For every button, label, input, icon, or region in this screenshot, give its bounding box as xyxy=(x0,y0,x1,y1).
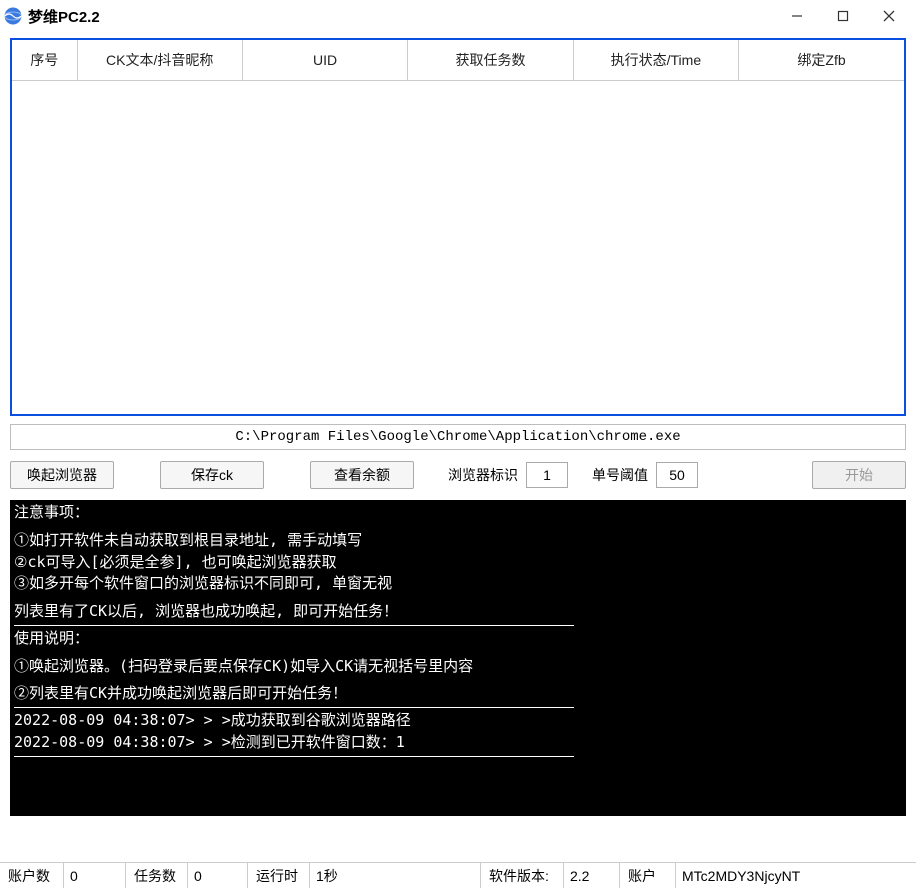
status-account-count: 0 xyxy=(64,863,126,888)
log-line: ①唤起浏览器。(扫码登录后要点保存CK)如导入CK请无视括号里内容 xyxy=(14,656,902,678)
start-button[interactable]: 开始 xyxy=(812,461,906,489)
window-title: 梦维PC2.2 xyxy=(28,6,100,27)
wake-browser-button[interactable]: 唤起浏览器 xyxy=(10,461,114,489)
status-task-count-label: 任务数 xyxy=(126,863,188,888)
col-status[interactable]: 执行状态/Time xyxy=(573,40,738,80)
log-line: ②列表里有CK并成功唤起浏览器后即可开始任务！ xyxy=(14,683,902,705)
browser-id-label: 浏览器标识 xyxy=(448,465,518,485)
status-account: MTc2MDY3NjcyNT xyxy=(676,863,916,888)
log-line: 使用说明： xyxy=(14,628,902,650)
threshold-label: 单号阈值 xyxy=(592,465,648,485)
col-index[interactable]: 序号 xyxy=(12,40,77,80)
col-tasks[interactable]: 获取任务数 xyxy=(408,40,573,80)
window-controls xyxy=(774,0,912,32)
status-version: 2.2 xyxy=(564,863,620,888)
close-button[interactable] xyxy=(866,0,912,32)
col-uid[interactable]: UID xyxy=(242,40,407,80)
log-line: ②ck可导入[必须是全参], 也可唤起浏览器获取 xyxy=(14,552,902,574)
maximize-button[interactable] xyxy=(820,0,866,32)
log-line: ①如打开软件未自动获取到根目录地址, 需手动填写 xyxy=(14,530,902,552)
check-balance-button[interactable]: 查看余额 xyxy=(310,461,414,489)
log-line: 2022-08-09 04:38:07> > >成功获取到谷歌浏览器路径 xyxy=(14,710,902,732)
status-task-count: 0 xyxy=(188,863,248,888)
col-zfb[interactable]: 绑定Zfb xyxy=(739,40,904,80)
col-ck[interactable]: CK文本/抖音昵称 xyxy=(77,40,242,80)
separator xyxy=(14,756,574,757)
log-line: 注意事项： xyxy=(14,502,902,524)
log-line: 2022-08-09 04:38:07> > >检测到已开软件窗口数：1 xyxy=(14,732,902,754)
data-table[interactable]: 序号 CK文本/抖音昵称 UID 获取任务数 执行状态/Time 绑定Zfb xyxy=(10,38,906,416)
status-version-label: 软件版本: xyxy=(480,863,564,888)
status-runtime: 1秒 xyxy=(310,863,480,888)
threshold-input[interactable] xyxy=(656,462,698,488)
log-line: 列表里有了CK以后, 浏览器也成功唤起, 即可开始任务！ xyxy=(14,601,902,623)
minimize-button[interactable] xyxy=(774,0,820,32)
save-ck-button[interactable]: 保存ck xyxy=(160,461,264,489)
separator xyxy=(14,707,574,708)
status-account-label: 账户 xyxy=(620,863,676,888)
table-header-row: 序号 CK文本/抖音昵称 UID 获取任务数 执行状态/Time 绑定Zfb xyxy=(12,40,904,80)
action-toolbar: 唤起浏览器 保存ck 查看余额 浏览器标识 单号阈值 开始 xyxy=(10,460,906,490)
log-line: ③如多开每个软件窗口的浏览器标识不同即可, 单窗无视 xyxy=(14,573,902,595)
status-bar: 账户数 0 任务数 0 运行时 1秒 软件版本: 2.2 账户 MTc2MDY3… xyxy=(0,862,916,888)
titlebar: 梦维PC2.2 xyxy=(0,0,916,32)
separator xyxy=(14,625,574,626)
browser-path-display[interactable]: C:\Program Files\Google\Chrome\Applicati… xyxy=(10,424,906,450)
status-runtime-label: 运行时 xyxy=(248,863,310,888)
browser-id-input[interactable] xyxy=(526,462,568,488)
status-account-count-label: 账户数 xyxy=(0,863,64,888)
app-icon xyxy=(4,7,22,25)
log-console[interactable]: 注意事项： ①如打开软件未自动获取到根目录地址, 需手动填写 ②ck可导入[必须… xyxy=(10,500,906,816)
